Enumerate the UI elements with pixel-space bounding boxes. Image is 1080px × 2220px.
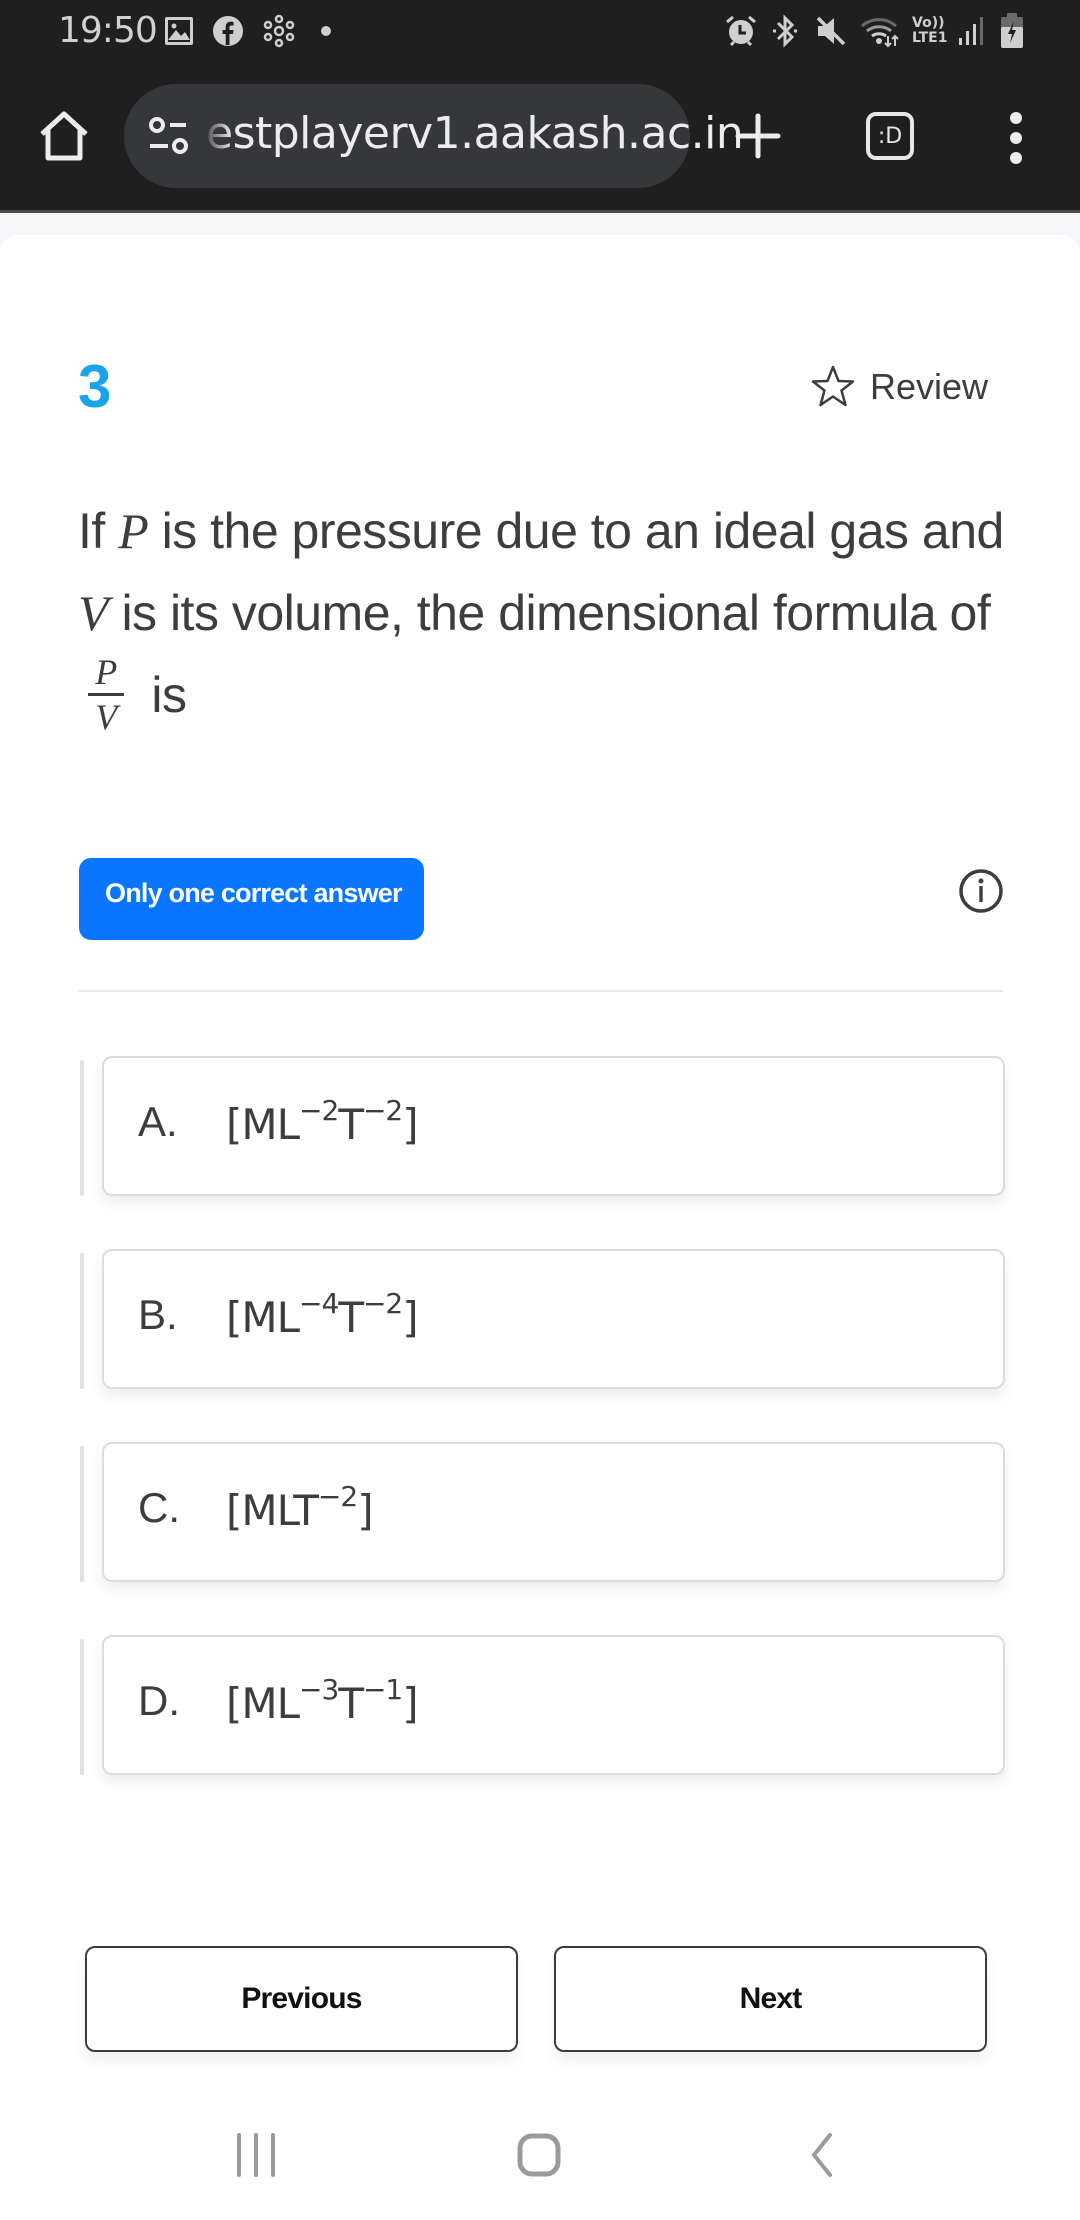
- url-text[interactable]: estplayerv1.aakash.ac.in: [206, 108, 744, 159]
- option-rail: [80, 1446, 84, 1582]
- facebook-icon: [212, 14, 244, 48]
- review-button[interactable]: Review: [810, 364, 988, 410]
- new-tab-button[interactable]: [730, 108, 786, 164]
- home-nav-button[interactable]: [514, 2130, 564, 2180]
- option-d[interactable]: D. [ML−3T−1]: [80, 1635, 1005, 1775]
- option-letter: A.: [138, 1098, 178, 1145]
- option-c[interactable]: C. [MLT−2]: [80, 1442, 1005, 1582]
- home-button[interactable]: [36, 108, 92, 164]
- more-menu-icon: [1010, 112, 1022, 164]
- back-button[interactable]: [804, 2130, 840, 2180]
- review-label: Review: [870, 366, 989, 407]
- mute-icon: [814, 14, 848, 48]
- wifi-icon: [860, 14, 902, 48]
- tab-switcher-button[interactable]: :D: [866, 112, 914, 160]
- info-icon: [959, 869, 1003, 913]
- option-value: [MLT−2]: [226, 1480, 374, 1535]
- signal-icon: [958, 14, 988, 48]
- battery-charging-icon: [1000, 13, 1024, 48]
- question-type-badge: Only one correct answer: [79, 858, 424, 940]
- question-text: If P is the pressure due to an ideal gas…: [78, 503, 1004, 738]
- variable-p: P: [118, 503, 149, 559]
- variable-v: V: [78, 585, 109, 641]
- option-letter: C.: [138, 1484, 180, 1531]
- status-bar: 19:50 Vo)) LTE1: [0, 0, 1080, 62]
- url-fade: [202, 104, 232, 168]
- next-button[interactable]: Next: [554, 1946, 987, 2052]
- option-value: [ML−3T−1]: [226, 1673, 419, 1728]
- dot-icon: [320, 14, 332, 48]
- home-icon: [40, 111, 88, 161]
- network-nodes-icon: [262, 14, 296, 48]
- option-card[interactable]: B. [ML−4T−2]: [102, 1249, 1005, 1389]
- option-b[interactable]: B. [ML−4T−2]: [80, 1249, 1005, 1389]
- status-time: 19:50: [58, 10, 158, 51]
- option-card[interactable]: A. [ML−2T−2]: [102, 1056, 1005, 1196]
- option-letter: B.: [138, 1291, 178, 1338]
- site-settings-button[interactable]: [146, 114, 192, 158]
- back-icon: [811, 2133, 832, 2177]
- browser-toolbar: estplayerv1.aakash.ac.in :D: [0, 62, 1080, 210]
- previous-button[interactable]: Previous: [85, 1946, 518, 2052]
- option-card[interactable]: C. [MLT−2]: [102, 1442, 1005, 1582]
- fraction-p-over-v: PV: [88, 653, 124, 736]
- option-rail: [80, 1060, 84, 1196]
- volte-lte-icon: Vo)) LTE1: [912, 15, 948, 46]
- section-divider: [78, 990, 1003, 992]
- address-bar[interactable]: estplayerv1.aakash.ac.in: [124, 84, 744, 188]
- new-tab-icon: [735, 113, 781, 159]
- site-settings-icon: [149, 117, 188, 154]
- gallery-icon: [164, 14, 194, 48]
- option-rail: [80, 1253, 84, 1389]
- option-letter: D.: [138, 1677, 180, 1724]
- option-value: [ML−4T−2]: [226, 1287, 419, 1342]
- more-menu-button[interactable]: [1000, 108, 1032, 168]
- recent-apps-button[interactable]: [234, 2130, 278, 2180]
- option-value: [ML−2T−2]: [226, 1094, 419, 1149]
- home-nav-icon: [517, 2133, 561, 2177]
- bluetooth-icon: [770, 14, 800, 48]
- option-a[interactable]: A. [ML−2T−2]: [80, 1056, 1005, 1196]
- option-rail: [80, 1639, 84, 1775]
- star-icon: [811, 365, 855, 407]
- recent-apps-icon: [237, 2133, 275, 2177]
- info-button[interactable]: [958, 868, 1004, 914]
- alarm-icon: [724, 14, 758, 48]
- question-number: 3: [78, 353, 112, 420]
- option-card[interactable]: D. [ML−3T−1]: [102, 1635, 1005, 1775]
